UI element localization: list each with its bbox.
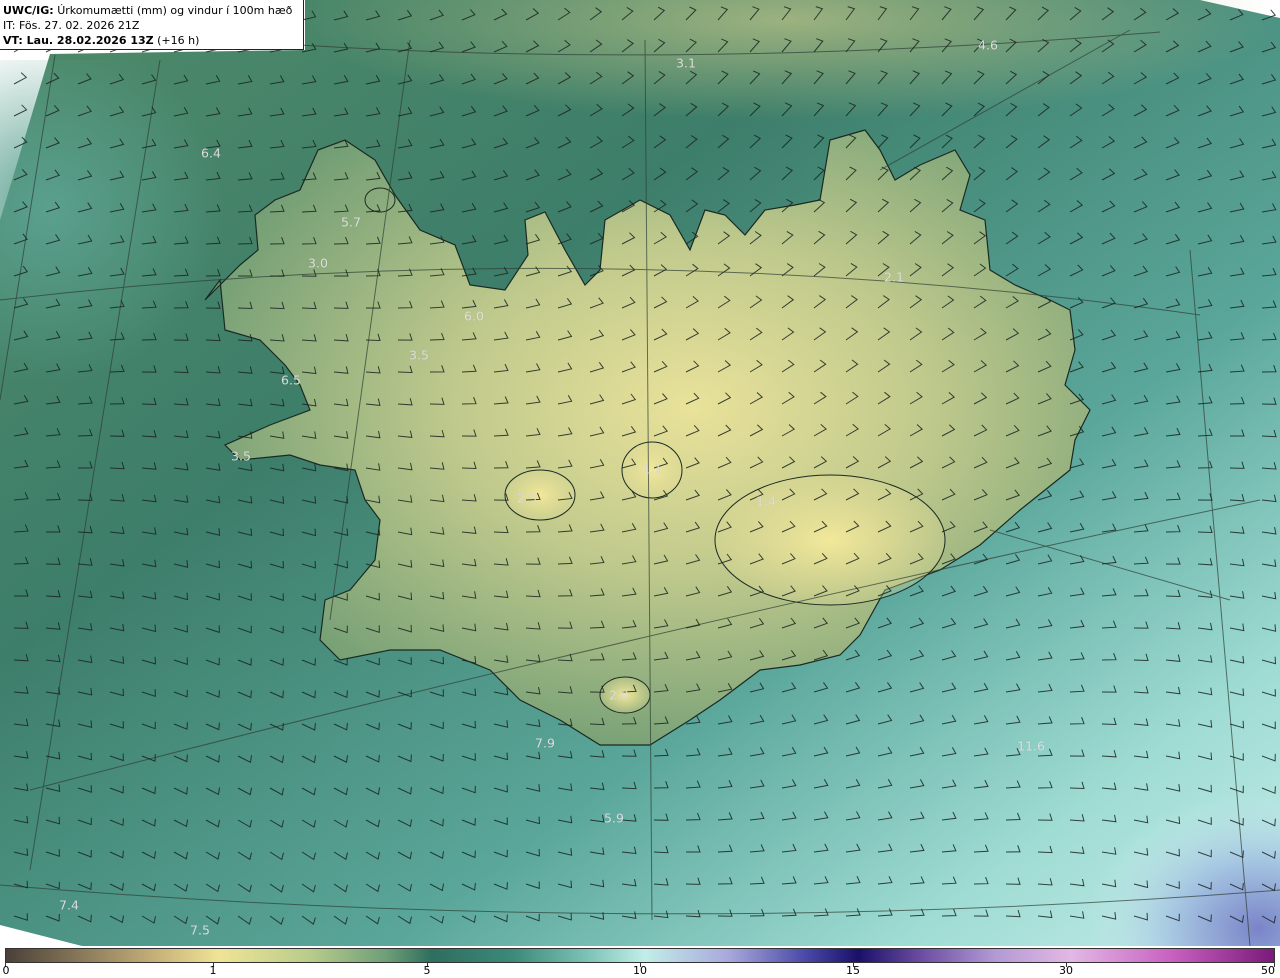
colorbar-tick-label: 10 (633, 964, 647, 977)
map-value-label: 5.9 (604, 810, 624, 826)
colorbar-tick-label: 15 (846, 964, 860, 977)
colorbar-legend: 0 1 5 10 15 30 50 (0, 946, 1280, 978)
issue-time: IT: Fös. 27. 02. 2026 21Z (3, 19, 140, 32)
map-value-label: 4.6 (978, 37, 998, 53)
title-line: UWC/IG: Úrkomumætti (mm) og vindur í 100… (3, 3, 300, 18)
valid-time: VT: Lau. 28.02.2026 13Z (3, 34, 154, 47)
valid-time-line: VT: Lau. 28.02.2026 13Z (+16 h) (3, 33, 300, 48)
glacier-langjokull (504, 469, 576, 521)
product-label: UWC/IG: (3, 4, 54, 17)
map-value-label: 3.5 (231, 448, 251, 464)
forecast-info-box: UWC/IG: Úrkomumætti (mm) og vindur í 100… (0, 0, 304, 50)
map-value-label: 7.5 (190, 922, 210, 938)
map-value-label: 11.6 (1017, 738, 1045, 754)
map-value-label: 3.1 (676, 55, 696, 71)
colorbar-tick-label: 5 (423, 964, 431, 977)
colorbar-tick-label: 30 (1059, 964, 1073, 977)
precipitation-colorbar (5, 948, 1275, 963)
map-value-label: 3.5 (409, 347, 429, 363)
colorbar-tick-label: 1 (209, 964, 217, 977)
map-value-label: 6.4 (201, 145, 221, 161)
colorbar-tick-label: 0 (2, 964, 10, 977)
map-value-label: 7.4 (59, 897, 79, 913)
precipitation-map-svg (0, 0, 1280, 946)
map-value-label: 5.7 (341, 214, 361, 230)
map-value-label: 6.0 (464, 308, 484, 324)
map-value-label: 2.5 (517, 490, 537, 506)
glacier-vatnajokull (714, 474, 946, 606)
map-value-label: 6.5 (281, 372, 301, 388)
map-value-label: 3.0 (308, 255, 328, 271)
map-value-label: 7.9 (535, 735, 555, 751)
map-value-label: 2.9 (609, 687, 629, 703)
southeast-heavy-area (850, 600, 1280, 946)
colorbar-tick-label: 50 (1261, 964, 1275, 977)
map-value-label: 1.1 (642, 461, 662, 477)
forecast-offset: (+16 h) (157, 34, 200, 47)
map-value-label: 2.1 (884, 269, 904, 285)
forecast-map (0, 0, 1280, 946)
map-value-label: 1.4 (756, 493, 776, 509)
map-title: Úrkomumætti (mm) og vindur í 100m hæð (57, 4, 293, 17)
